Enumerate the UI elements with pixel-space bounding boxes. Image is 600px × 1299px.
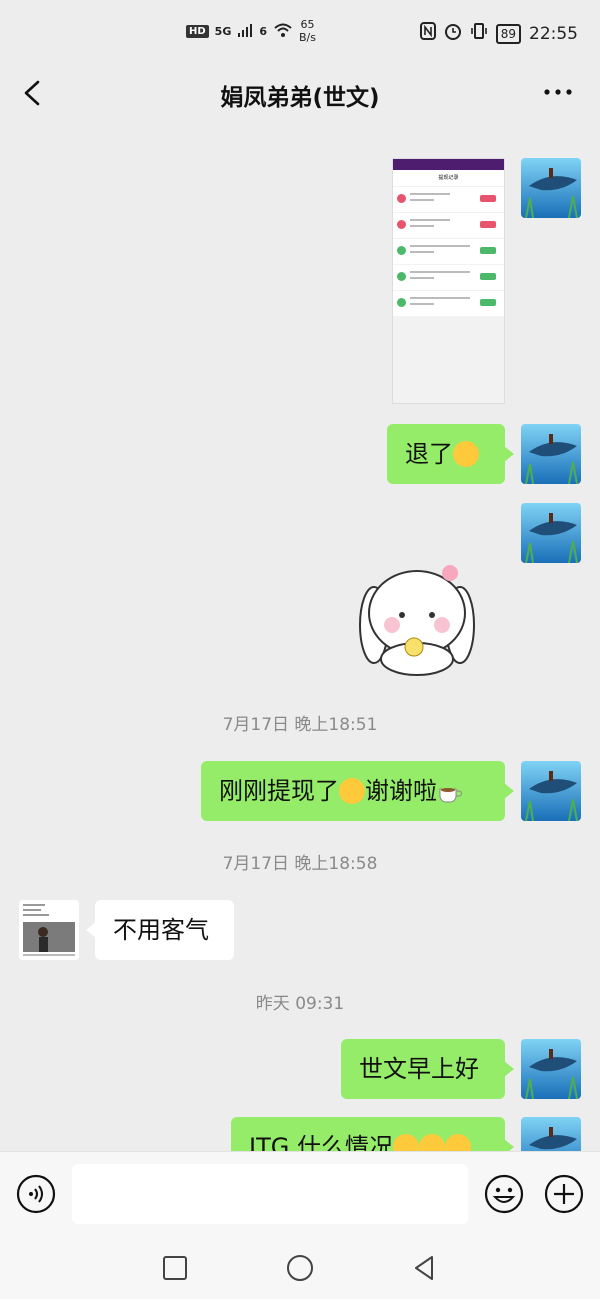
home-button[interactable] xyxy=(285,1253,315,1283)
timestamp: 7月17日 晚上18:58 xyxy=(222,854,378,874)
status-right: 89 22:55 xyxy=(419,22,578,45)
my-avatar[interactable] xyxy=(521,158,581,218)
question-emoji-icon xyxy=(444,1134,471,1151)
message-bubble-sent[interactable]: 退了 xyxy=(387,424,514,484)
alarm-icon xyxy=(444,22,462,45)
message-bubble-sent[interactable]: 刚刚提现了 谢谢啦 xyxy=(201,761,514,821)
whale-avatar-icon xyxy=(521,1117,581,1151)
signal-5g: 5G xyxy=(214,24,232,38)
whale-avatar-icon xyxy=(521,158,581,218)
screenshot-row xyxy=(393,187,504,212)
back-nav-button[interactable] xyxy=(410,1253,440,1283)
timestamp: 昨天 09:31 xyxy=(255,994,345,1014)
my-avatar[interactable] xyxy=(521,1039,581,1099)
chat-title: 娟凤弟弟(世文) xyxy=(220,85,380,111)
speed-value: 65 xyxy=(300,18,315,31)
bunny-sticker-icon xyxy=(359,565,475,676)
screenshot-row xyxy=(393,213,504,238)
laugh-cry-emoji-icon xyxy=(453,441,479,467)
plus-button[interactable] xyxy=(544,1174,584,1214)
input-bar xyxy=(0,1151,600,1240)
screenshot-statusbar xyxy=(393,159,504,170)
voice-icon xyxy=(16,1174,56,1214)
message-text: 不用客气 xyxy=(113,916,209,944)
system-nav-bar xyxy=(0,1239,600,1299)
emoji-icon xyxy=(484,1174,524,1214)
vibrate-icon xyxy=(470,22,488,45)
hd-badge: HD xyxy=(186,24,209,38)
message-text: 刚刚提现了 xyxy=(219,777,339,805)
message-bubble-sent[interactable]: 世文早上好 xyxy=(341,1039,514,1099)
speed-unit: B/s xyxy=(299,31,316,44)
message-text: JTG 什么情况 xyxy=(249,1133,393,1151)
my-avatar[interactable] xyxy=(521,503,581,563)
message-text: 退了 xyxy=(405,440,453,468)
question-emoji-icon xyxy=(392,1134,419,1151)
chat-area[interactable]: 提现记录 退了 7月17日 晚上18:51 刚刚提现了 谢谢啦 7月17日 晚上… xyxy=(0,120,600,1151)
more-button[interactable] xyxy=(542,78,574,106)
wifi-icon xyxy=(273,22,293,41)
whale-avatar-icon xyxy=(521,1039,581,1099)
screenshot-title: 提现记录 xyxy=(393,170,504,186)
shared-screenshot-image[interactable]: 提现记录 xyxy=(392,158,505,404)
message-bubble-sent[interactable]: JTG 什么情况 xyxy=(231,1117,514,1151)
message-input[interactable] xyxy=(72,1164,468,1224)
network-speed: 65 B/s xyxy=(299,18,316,44)
whale-avatar-icon xyxy=(521,503,581,563)
screenshot-row xyxy=(393,291,504,316)
screenshot-row xyxy=(393,265,504,290)
question-emoji-icon xyxy=(418,1134,445,1151)
message-text: 世文早上好 xyxy=(359,1055,479,1083)
coffee-emoji-icon xyxy=(437,765,463,803)
message-bubble-received[interactable]: 不用客气 xyxy=(86,900,234,960)
my-avatar[interactable] xyxy=(521,424,581,484)
more-icon xyxy=(544,89,572,95)
status-bar: HD 5G 6 65 B/s 89 22:55 xyxy=(0,0,600,66)
wifi-6-label: 6 xyxy=(259,24,268,38)
message-text-b: 谢谢啦 xyxy=(365,777,437,805)
circle-nav-icon xyxy=(287,1255,313,1281)
triangle-nav-icon xyxy=(415,1256,433,1280)
plus-icon xyxy=(544,1174,584,1214)
my-avatar[interactable] xyxy=(521,761,581,821)
grin-emoji-icon xyxy=(339,778,365,804)
signal-icon xyxy=(237,23,253,40)
nfc-icon xyxy=(419,22,436,45)
emoji-button[interactable] xyxy=(484,1174,524,1214)
screenshot-row xyxy=(393,239,504,264)
whale-avatar-icon xyxy=(521,424,581,484)
my-avatar[interactable] xyxy=(521,1117,581,1151)
bunny-sticker[interactable] xyxy=(352,555,482,677)
status-left: HD 5G 6 65 B/s xyxy=(186,18,316,44)
recent-apps-button[interactable] xyxy=(160,1253,190,1283)
clock: 22:55 xyxy=(529,23,578,44)
contact-avatar[interactable] xyxy=(19,900,79,960)
contact-photo-icon xyxy=(19,900,79,960)
square-nav-icon xyxy=(163,1256,187,1280)
voice-button[interactable] xyxy=(16,1174,56,1214)
whale-avatar-icon xyxy=(521,761,581,821)
chat-header: 娟凤弟弟(世文) xyxy=(0,66,600,120)
battery-indicator: 89 xyxy=(495,23,521,44)
timestamp: 7月17日 晚上18:51 xyxy=(222,715,378,735)
